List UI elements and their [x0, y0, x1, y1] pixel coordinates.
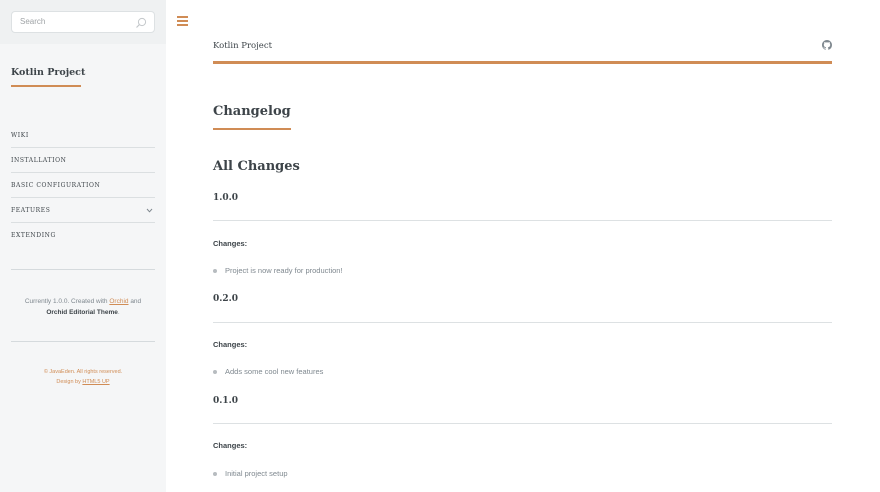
- sidebar-item-label: Basic Configuration: [11, 182, 101, 189]
- sidebar-item-extending[interactable]: Extending: [11, 223, 155, 248]
- sidebar-copyright: © JavaEden. All rights reserved. Design …: [11, 367, 155, 387]
- sidebar: Search Kotlin Project Wiki Installation …: [0, 0, 166, 492]
- page-title-underline: [213, 128, 291, 130]
- list-bullet: [213, 472, 217, 476]
- list-item: Project is now ready for production!: [225, 266, 343, 275]
- sidebar-item-label: Wiki: [11, 132, 29, 139]
- sidebar-item-label: Extending: [11, 232, 56, 239]
- sidebar-item-wiki[interactable]: Wiki: [11, 123, 155, 148]
- sidebar-title-underline: [11, 85, 81, 87]
- search-input[interactable]: Search: [11, 11, 155, 33]
- page-title: Changelog: [213, 104, 291, 119]
- orchid-link[interactable]: Orchid: [109, 298, 128, 305]
- sidebar-item-label: Features: [11, 207, 51, 214]
- github-icon[interactable]: [822, 40, 832, 50]
- sidebar-item-basic-configuration[interactable]: Basic Configuration: [11, 173, 155, 198]
- version-divider: [213, 423, 832, 424]
- menu-toggle-icon[interactable]: [177, 16, 188, 26]
- sidebar-divider: [11, 341, 155, 342]
- html5up-link[interactable]: HTML5 UP: [82, 379, 109, 385]
- sidebar-item-label: Installation: [11, 157, 67, 164]
- version-heading: 1.0.0: [213, 193, 239, 203]
- sidebar-title[interactable]: Kotlin Project: [11, 67, 85, 78]
- search-placeholder: Search: [20, 17, 46, 26]
- header-title[interactable]: Kotlin Project: [213, 41, 272, 51]
- chevron-down-icon[interactable]: [146, 207, 153, 214]
- version-heading: 0.1.0: [213, 396, 239, 406]
- sidebar-item-installation[interactable]: Installation: [11, 148, 155, 173]
- design-prefix: Design by: [56, 379, 83, 385]
- sidebar-item-features[interactable]: Features: [11, 198, 155, 223]
- list-item: Initial project setup: [225, 469, 288, 478]
- sidebar-credit: Currently 1.0.0. Created with Orchid and…: [11, 296, 155, 318]
- credit-suffix: .: [117, 309, 120, 316]
- section-title: All Changes: [213, 159, 300, 174]
- list-item: Adds some cool new features: [225, 367, 324, 376]
- credit-prefix: Currently 1.0.0. Created with: [24, 298, 110, 305]
- list-bullet: [213, 269, 217, 273]
- search-section: Search: [0, 0, 166, 44]
- sidebar-divider: [11, 269, 155, 270]
- header-underline: [213, 61, 832, 64]
- copyright-text: © JavaEden. All rights reserved.: [43, 369, 123, 375]
- sidebar-nav: Wiki Installation Basic Configuration Fe…: [11, 123, 155, 248]
- search-icon[interactable]: [135, 17, 147, 29]
- changes-label: Changes:: [213, 340, 248, 349]
- version-divider: [213, 220, 832, 221]
- list-bullet: [213, 370, 217, 374]
- version-divider: [213, 322, 832, 323]
- changes-label: Changes:: [213, 239, 248, 248]
- credit-mid: and: [128, 298, 142, 305]
- theme-name: Orchid Editorial Theme: [46, 309, 118, 316]
- changes-label: Changes:: [213, 441, 248, 450]
- version-heading: 0.2.0: [213, 294, 239, 304]
